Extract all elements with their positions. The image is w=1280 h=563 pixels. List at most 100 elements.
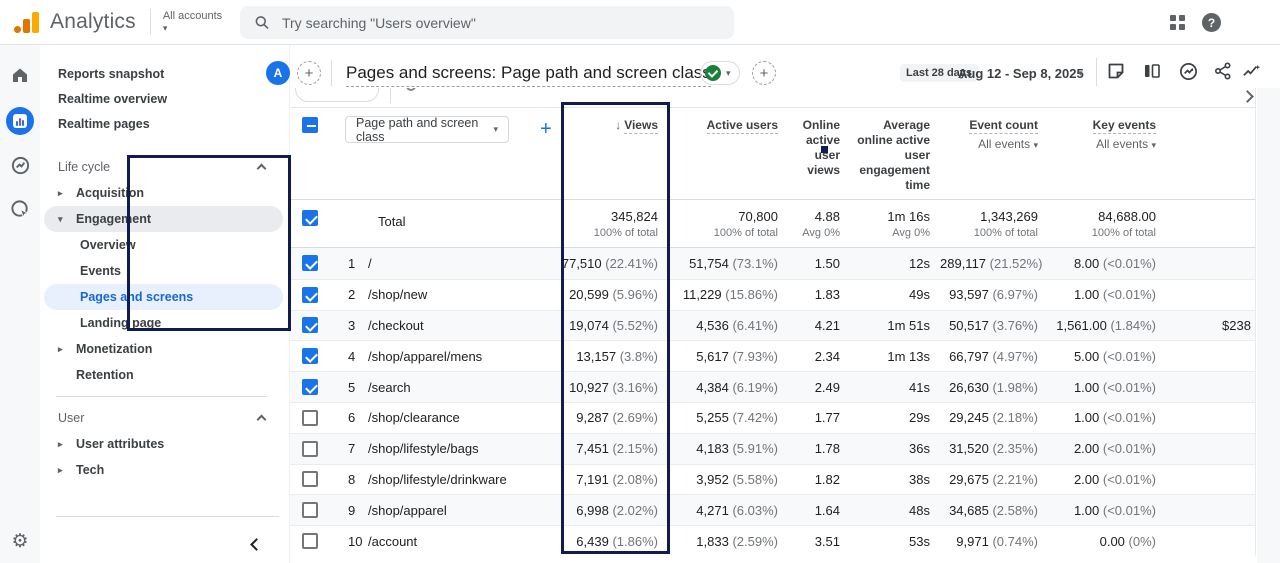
avatar[interactable]: A: [266, 61, 290, 85]
rail-item-home[interactable]: [6, 61, 34, 89]
header-divider: [1096, 58, 1097, 86]
table-row[interactable]: 8 /shop/lifestyle/drinkware 7,191 (2.08%…: [290, 463, 1255, 495]
table-row[interactable]: 5 /search 10,927 (3.16%) 4,384 (6.19%) 2…: [290, 371, 1255, 402]
add-segment-button[interactable]: +: [297, 61, 321, 85]
revenue-cell-partial: $238: [1222, 317, 1251, 333]
date-range-picker[interactable]: Aug 12 - Sep 8, 2025: [958, 66, 1084, 81]
sidebar-item-monetization[interactable]: ▸ Monetization: [40, 336, 289, 362]
sidebar-item-engagement-overview[interactable]: Overview: [40, 232, 289, 258]
analytics-logo[interactable]: Analytics: [0, 10, 136, 34]
row-checkbox[interactable]: [302, 502, 318, 519]
row-checkbox[interactable]: [302, 409, 318, 426]
engagement-time-cell: 29s: [909, 410, 930, 426]
row-number: 6: [348, 410, 356, 426]
check-circle-icon: [705, 65, 721, 81]
report-status-button[interactable]: ▾: [700, 61, 740, 85]
total-checkbox[interactable]: [302, 210, 318, 226]
sidebar-item-pages-and-screens[interactable]: Pages and screens: [44, 284, 283, 310]
trend-insights-icon[interactable]: [1241, 61, 1263, 83]
comparison-button[interactable]: [1142, 61, 1164, 83]
expand-right-icon: ▸: [58, 187, 63, 198]
add-dimension-button[interactable]: +: [540, 118, 552, 141]
section-life-cycle[interactable]: Life cycle: [40, 154, 289, 180]
row-checkbox[interactable]: [302, 286, 318, 303]
sidebar-item-tech[interactable]: ▸ Tech: [40, 457, 289, 483]
table-row[interactable]: 1 / 77,510 (22.41%) 51,754 (73.1%) 1.50 …: [290, 248, 1255, 279]
views-cell: 6,998 (2.02%): [576, 502, 658, 518]
key-events-cell: 2.00 (<0.01%): [1073, 471, 1156, 487]
column-header-key-events[interactable]: Key events All events ▾: [1048, 108, 1166, 199]
sidebar-item-user-attributes[interactable]: ▸ User attributes: [40, 431, 289, 457]
online-views-cell: 1.50: [814, 255, 840, 271]
sidebar-item-landing-page[interactable]: Landing page: [40, 310, 289, 336]
table-row[interactable]: 10 /account 6,439 (1.86%) 1,833 (2.59%) …: [290, 525, 1255, 556]
key-events-cell: 1,561.00 (1.84%): [1056, 317, 1156, 333]
rail-item-admin[interactable]: ⚙: [11, 532, 28, 551]
row-checkbox[interactable]: [302, 533, 318, 550]
event-count-cell: 50,517 (3.76%): [949, 317, 1038, 333]
global-search[interactable]: [240, 6, 734, 39]
active-users-cell: 4,536 (6.41%): [696, 317, 778, 333]
active-users-cell: 5,617 (7.93%): [696, 348, 778, 364]
search-input[interactable]: [281, 14, 720, 31]
key-events-filter[interactable]: All events ▾: [1048, 137, 1156, 153]
sidebar-item-reports-snapshot[interactable]: Reports snapshot: [40, 61, 289, 86]
share-icon[interactable]: [1213, 61, 1235, 83]
sidebar-item-realtime-pages[interactable]: Realtime pages: [40, 111, 289, 136]
page-title[interactable]: Pages and screens: Page path and screen …: [346, 63, 711, 87]
rail-item-advertising[interactable]: [6, 151, 34, 179]
table-row[interactable]: 2 /shop/new 20,599 (5.96%) 11,229 (15.86…: [290, 278, 1255, 310]
row-checkbox[interactable]: [302, 471, 318, 488]
help-icon[interactable]: ?: [1202, 13, 1221, 32]
filter-chip-partial[interactable]: [295, 88, 379, 102]
section-user[interactable]: User: [40, 405, 289, 431]
table-row[interactable]: 9 /shop/apparel 6,998 (2.02%) 4,271 (6.0…: [290, 494, 1255, 526]
table-row[interactable]: 6 /shop/clearance 9,287 (2.69%) 5,255 (7…: [290, 401, 1255, 433]
table-total-row: Total 345,824 100% of total 70,800 100% of…: [290, 200, 1255, 248]
account-switcher[interactable]: All accounts ▾: [151, 10, 222, 34]
table-row[interactable]: 7 /shop/lifestyle/bags 7,451 (2.15%) 4,1…: [290, 432, 1255, 464]
chevron-down-icon[interactable]: ▾: [1078, 68, 1083, 79]
collapse-sidebar-icon[interactable]: [250, 538, 263, 551]
column-header-active-users[interactable]: Active users: [668, 108, 788, 199]
table-row[interactable]: 4 /shop/apparel/mens 13,157 (3.8%) 5,617…: [290, 340, 1255, 371]
add-report-tab-button[interactable]: +: [752, 61, 776, 85]
rail-item-explore[interactable]: [6, 195, 34, 223]
row-checkbox[interactable]: [302, 255, 318, 272]
key-events-cell: 2.00 (<0.01%): [1073, 441, 1156, 457]
row-checkbox[interactable]: [302, 348, 318, 365]
analytics-logo-icon: [14, 11, 40, 33]
event-count-filter[interactable]: All events ▾: [940, 137, 1038, 153]
search-icon[interactable]: [406, 88, 416, 91]
page-path: /shop/apparel/mens: [368, 348, 483, 364]
sidebar-item-acquisition[interactable]: ▸ Acquisition: [40, 180, 289, 206]
apps-grid-icon[interactable]: [1170, 15, 1185, 30]
notes-button[interactable]: [1106, 61, 1128, 83]
row-checkbox[interactable]: [302, 440, 318, 457]
event-count-cell: 93,597 (6.97%): [949, 287, 1038, 303]
column-header-event-count[interactable]: Event count All events ▾: [940, 108, 1048, 199]
sidebar-item-retention[interactable]: Retention: [40, 362, 289, 388]
page-path: /account: [368, 533, 418, 549]
card-gutter: [1257, 88, 1280, 563]
engagement-time-cell: 41s: [909, 379, 930, 395]
dimension-selector[interactable]: Page path and screen class ▾: [345, 116, 509, 144]
sidebar-item-realtime-overview[interactable]: Realtime overview: [40, 86, 289, 111]
insights-button[interactable]: [1178, 61, 1200, 83]
rail-item-reports[interactable]: [6, 107, 34, 135]
page-path: /search: [368, 379, 411, 395]
column-header-online-active-user-views[interactable]: Online active user views: [788, 108, 850, 199]
row-checkbox[interactable]: [302, 317, 318, 334]
row-checkbox[interactable]: [302, 379, 318, 396]
select-all-checkbox[interactable]: [302, 117, 318, 133]
event-count-cell: 26,630 (1.98%): [949, 379, 1038, 395]
chevron-down-icon: ▾: [1033, 140, 1038, 150]
sidebar-divider: [56, 396, 267, 397]
sidebar-item-engagement[interactable]: ▾ Engagement: [44, 206, 283, 232]
sidebar-item-events[interactable]: Events: [40, 258, 289, 284]
chevron-down-icon: ▾: [162, 23, 168, 33]
sort-desc-icon: ↓: [615, 118, 622, 132]
table-row[interactable]: 3 /checkout 19,074 (5.52%) 4,536 (6.41%)…: [290, 309, 1255, 341]
header-divider: [331, 60, 332, 86]
column-header-avg-engagement-time[interactable]: Average online active user engagement ti…: [850, 108, 940, 199]
